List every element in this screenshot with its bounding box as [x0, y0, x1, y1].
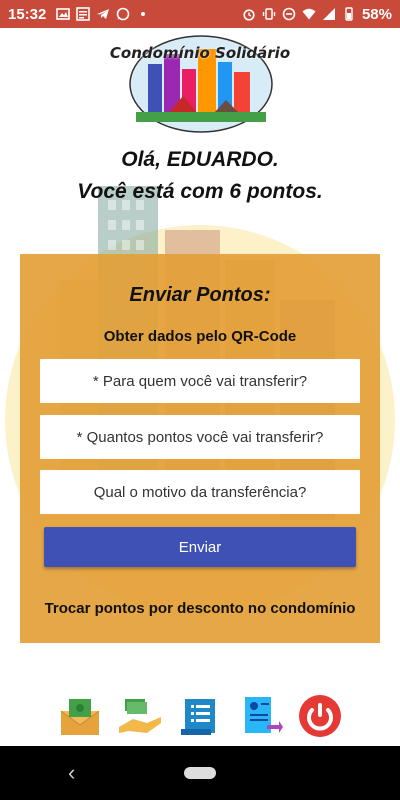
money-hand-icon[interactable]	[115, 691, 165, 741]
trade-points-link[interactable]: Trocar pontos por desconto no condomínio	[20, 600, 380, 617]
news-icon	[76, 7, 91, 21]
back-icon[interactable]: ‹	[68, 760, 75, 786]
recipient-input[interactable]	[40, 359, 360, 403]
battery-percent: 58%	[361, 5, 392, 23]
status-left-icons	[56, 7, 150, 21]
status-bar: 15:32 58%	[0, 0, 400, 28]
dot-icon	[141, 12, 146, 16]
bottom-toolbar	[0, 690, 400, 742]
signal-icon	[322, 8, 335, 20]
status-right-icons: 58%	[242, 6, 392, 23]
logo-title: Condomínio Solidário	[109, 44, 291, 62]
whatsapp-icon	[117, 7, 130, 21]
battery-icon	[345, 7, 353, 21]
points-summary: Você está com 6 pontos.	[77, 180, 323, 203]
wifi-icon	[302, 8, 316, 20]
home-pill-icon[interactable]	[184, 767, 216, 779]
points-input[interactable]	[40, 415, 360, 459]
card-title: Enviar Pontos:	[129, 284, 271, 306]
alarm-icon	[243, 9, 255, 21]
qr-code-link[interactable]: Obter dados pelo QR-Code	[20, 328, 380, 345]
send-button[interactable]: Enviar	[44, 527, 356, 567]
navigation-bar: ‹	[0, 746, 400, 800]
image-icon	[56, 8, 71, 20]
send-points-card: Enviar Pontos: Obter dados pelo QR-Code …	[20, 254, 380, 643]
vibrate-icon	[262, 8, 276, 20]
money-envelope-icon[interactable]	[55, 691, 105, 741]
greeting: Olá, EDUARDO. Você está com 6 pontos.	[0, 144, 400, 208]
reason-input[interactable]	[40, 470, 360, 514]
power-icon[interactable]	[295, 691, 345, 741]
greeting-name: Olá, EDUARDO.	[121, 148, 279, 171]
profile-document-icon[interactable]	[235, 691, 285, 741]
dnd-icon	[282, 7, 296, 21]
telegram-icon	[97, 9, 110, 19]
list-document-icon[interactable]	[175, 691, 225, 741]
status-time: 15:32	[8, 5, 47, 23]
